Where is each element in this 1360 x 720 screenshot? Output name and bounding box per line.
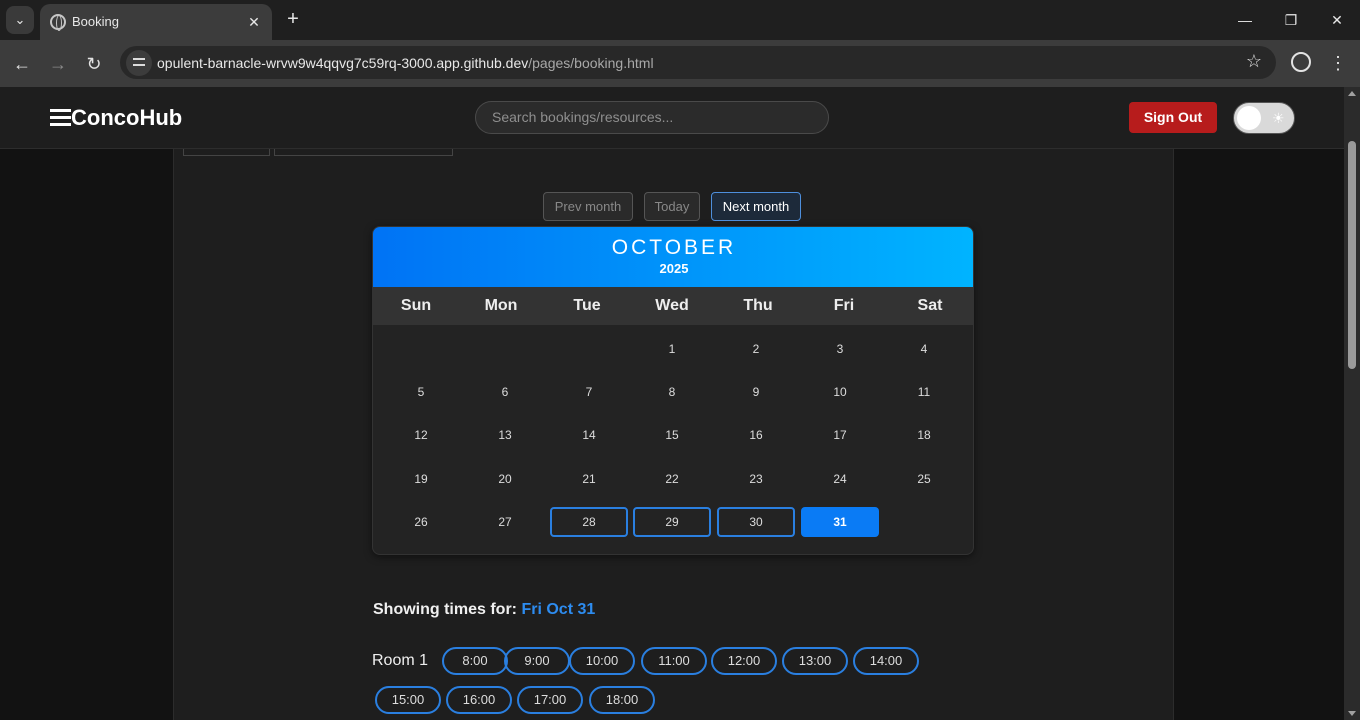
page-viewport: ConcoHub Search bookings/resources... Si…	[0, 87, 1344, 720]
calendar-day-14: 14	[582, 428, 596, 442]
calendar-day-17: 17	[833, 428, 847, 442]
calendar-day-9: 9	[752, 385, 760, 399]
toggle-knob	[1237, 106, 1261, 130]
room-label: Room 1	[372, 652, 429, 669]
calendar-day-7: 7	[585, 385, 593, 399]
calendar-day-21: 21	[582, 472, 596, 486]
forward-icon[interactable]: →	[44, 50, 72, 78]
calendar-day-10: 10	[833, 385, 847, 399]
calendar-day-22: 22	[665, 472, 679, 486]
time-slot-button[interactable]: 9:00	[504, 647, 570, 675]
time-slot-button[interactable]: 15:00	[375, 686, 441, 714]
time-slot-button[interactable]: 14:00	[853, 647, 919, 675]
calendar-day-24: 24	[833, 472, 847, 486]
calendar-day-28[interactable]: 28	[550, 507, 628, 537]
calendar-day-5: 5	[417, 385, 425, 399]
browser-menu-icon[interactable]: ⋮	[1328, 50, 1348, 76]
bookmark-star-icon[interactable]: ☆	[1246, 51, 1262, 72]
browser-toolbar: ← → ↻ opulent-barnacle-wrvw9w4qqvg7c59rq…	[0, 40, 1360, 87]
weekday-wed: Wed	[655, 297, 689, 314]
selected-date: Fri Oct 31	[521, 601, 596, 618]
weekday-sun: Sun	[400, 297, 432, 314]
weekday-sat: Sat	[917, 297, 943, 314]
time-slot-button[interactable]: 10:00	[569, 647, 635, 675]
calendar-day-23: 23	[749, 472, 763, 486]
weekday-mon: Mon	[484, 297, 518, 314]
site-info-icon[interactable]	[126, 50, 152, 76]
calendar-day-29[interactable]: 29	[633, 507, 711, 537]
close-tab-icon[interactable]: ✕	[244, 12, 264, 32]
calendar-day-30[interactable]: 30	[717, 507, 795, 537]
new-tab-icon[interactable]: +	[282, 8, 304, 30]
calendar-day-4: 4	[920, 342, 928, 356]
sign-out-button[interactable]: Sign Out	[1129, 102, 1217, 133]
time-slot-button[interactable]: 13:00	[782, 647, 848, 675]
address-bar[interactable]: opulent-barnacle-wrvw9w4qqvg7c59rq-3000.…	[120, 46, 1276, 79]
prev-month-button[interactable]: Prev month	[543, 192, 633, 221]
showing-times: Showing times for: Fri Oct 31	[373, 601, 596, 618]
next-month-button[interactable]: Next month	[711, 192, 801, 221]
calendar-day-2: 2	[752, 342, 760, 356]
calendar-day-25: 25	[917, 472, 931, 486]
time-slot-button[interactable]: 18:00	[589, 686, 655, 714]
scroll-up-arrow-icon[interactable]	[1348, 91, 1356, 96]
tab-list-chevron-icon[interactable]: ⌄	[6, 6, 34, 34]
hamburger-menu-icon[interactable]	[50, 109, 71, 126]
calendar-day-26: 26	[414, 515, 428, 529]
calendar: OCTOBER 2025 Sun Mon Tue Wed Thu Fri Sat 12345…	[372, 226, 974, 555]
scroll-down-arrow-icon[interactable]	[1348, 711, 1356, 716]
weekday-tue: Tue	[573, 297, 601, 314]
reload-icon[interactable]: ↻	[80, 50, 108, 78]
weekday-fri: Fri	[833, 297, 855, 314]
site-header: ConcoHub Search bookings/resources... Si…	[0, 87, 1344, 149]
search-input[interactable]: Search bookings/resources...	[475, 101, 829, 134]
calendar-year: 2025	[659, 261, 689, 276]
calendar-day-19: 19	[414, 472, 428, 486]
time-slot-button[interactable]: 11:00	[641, 647, 707, 675]
time-slot-button[interactable]: 17:00	[517, 686, 583, 714]
calendar-day-11: 11	[917, 385, 931, 399]
calendar-day-13: 13	[498, 428, 512, 442]
calendar-day-18: 18	[917, 428, 931, 442]
calendar-day-20: 20	[498, 472, 512, 486]
time-slot-button[interactable]: 12:00	[711, 647, 777, 675]
browser-tabbar: ⌄ Booking ✕ + — ❐ ✕	[0, 0, 1360, 40]
calendar-day-16: 16	[749, 428, 763, 442]
calendar-day-15: 15	[665, 428, 679, 442]
calendar-day-8: 8	[668, 385, 676, 399]
calendar-day-12: 12	[414, 428, 428, 442]
globe-icon	[50, 14, 66, 31]
calendar-day-1: 1	[668, 342, 676, 356]
minimize-icon[interactable]: —	[1230, 8, 1260, 32]
weekday-thu: Thu	[743, 297, 773, 314]
site-logo[interactable]: ConcoHub	[71, 105, 182, 131]
calendar-header: OCTOBER 2025	[373, 227, 973, 287]
time-slot-button[interactable]: 16:00	[446, 686, 512, 714]
back-icon[interactable]: ←	[8, 50, 36, 78]
tab-title: Booking	[72, 14, 119, 29]
calendar-day-6: 6	[501, 385, 509, 399]
calendar-day-3: 3	[836, 342, 844, 356]
time-slot-button[interactable]: 8:00	[442, 647, 508, 675]
today-button[interactable]: Today	[644, 192, 700, 221]
sun-icon: ☀	[1272, 110, 1285, 126]
close-window-icon[interactable]: ✕	[1322, 8, 1352, 32]
page-scrollbar[interactable]	[1344, 87, 1360, 720]
theme-toggle[interactable]: ☀	[1233, 102, 1295, 134]
restore-icon[interactable]: ❐	[1276, 8, 1306, 32]
calendar-day-27: 27	[498, 515, 512, 529]
profile-icon[interactable]	[1291, 52, 1311, 72]
url-text[interactable]: opulent-barnacle-wrvw9w4qqvg7c59rq-3000.…	[157, 55, 654, 71]
weekday-row: Sun Mon Tue Wed Thu Fri Sat	[373, 287, 973, 325]
calendar-month: OCTOBER	[611, 236, 737, 259]
browser-tab[interactable]: Booking ✕	[40, 4, 272, 40]
scroll-thumb[interactable]	[1348, 141, 1356, 369]
calendar-day-31[interactable]: 31	[801, 507, 879, 537]
